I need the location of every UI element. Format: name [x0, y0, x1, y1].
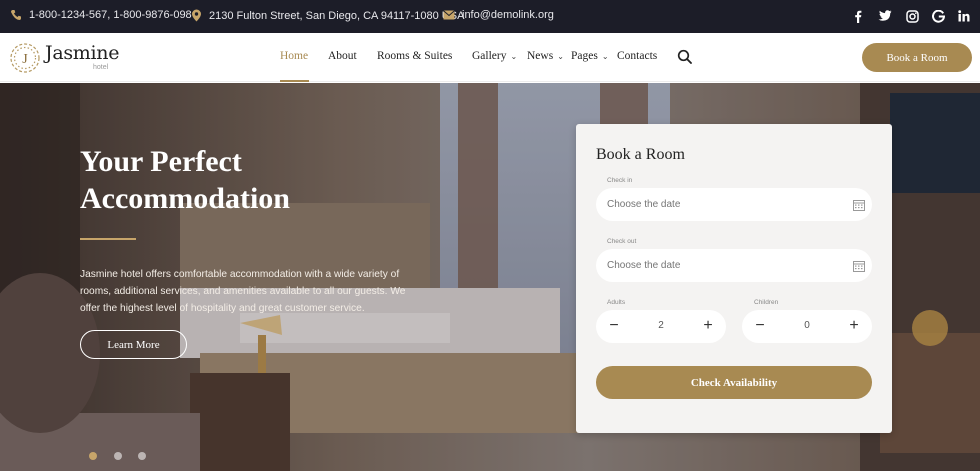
linkedin-icon[interactable]: [957, 8, 971, 24]
nav-pages-label: Pages: [571, 50, 598, 62]
chevron-down-icon: ⌄: [510, 51, 518, 61]
address-text: 2130 Fulton Street, San Diego, CA 94117-…: [209, 9, 465, 22]
map-pin-icon: [192, 9, 201, 22]
hero-description: Jasmine hotel offers comfortable accommo…: [80, 269, 406, 314]
slider-dot-1[interactable]: [89, 452, 97, 460]
nav-contacts-label: Contacts: [617, 50, 658, 62]
search-icon[interactable]: [677, 49, 693, 65]
svg-text:J: J: [22, 52, 28, 67]
slider-dot-3[interactable]: [138, 452, 146, 460]
calendar-icon[interactable]: [853, 199, 865, 211]
email-info[interactable]: info@demolink.org: [443, 9, 554, 21]
email-link[interactable]: info@demolink.org: [462, 9, 554, 21]
nav-rooms-label: Rooms & Suites: [377, 50, 453, 62]
checkout-label: Check out: [607, 238, 637, 245]
address-info: 2130 Fulton Street, San Diego, CA 94117-…: [191, 9, 464, 22]
checkin-label: Check in: [607, 177, 633, 184]
checkin-date-input[interactable]: [596, 188, 872, 221]
nav-news[interactable]: News ⌄: [527, 50, 564, 62]
hero-title: Your Perfect Accommodation: [80, 145, 290, 215]
facebook-icon[interactable]: [851, 8, 865, 24]
brand-name[interactable]: Jasmine: [45, 42, 119, 64]
booking-title: Book a Room: [596, 146, 685, 163]
jasmine-logo-icon[interactable]: J: [8, 41, 42, 75]
envelope-icon: [443, 10, 455, 20]
phone-icon: [11, 10, 21, 20]
children-label: Children: [754, 299, 779, 306]
brand-subtitle: hotel: [93, 64, 109, 71]
phone-numbers: 1-800-1234-567, 1-800-9876-098: [29, 9, 192, 21]
google-icon[interactable]: [931, 8, 945, 24]
chevron-down-icon: ⌄: [557, 51, 564, 61]
adults-label: Adults: [607, 299, 626, 306]
children-stepper[interactable]: − 0 +: [742, 310, 872, 343]
nav-contacts[interactable]: Contacts: [617, 50, 657, 62]
plus-icon[interactable]: +: [700, 317, 716, 334]
nav-about[interactable]: About: [328, 50, 357, 62]
instagram-icon[interactable]: [905, 8, 919, 24]
chevron-down-icon: ⌄: [601, 51, 609, 61]
book-room-button[interactable]: Book a Room: [862, 43, 972, 72]
twitter-icon[interactable]: [877, 8, 893, 24]
hero-slider: Your Perfect Accommodation Jasmine hotel…: [0, 83, 980, 471]
nav-news-label: News: [527, 50, 554, 62]
nav-gallery[interactable]: Gallery ⌄: [472, 50, 517, 62]
plus-icon[interactable]: +: [846, 317, 862, 334]
checkout-date-input[interactable]: [596, 249, 872, 282]
nav-home[interactable]: Home: [280, 50, 308, 62]
main-navbar: J Jasmine hotel Home About Rooms & Suite…: [0, 33, 980, 82]
top-info-bar: 1-800-1234-567, 1-800-9876-098 2130 Fult…: [0, 0, 980, 33]
nav-gallery-label: Gallery: [472, 50, 507, 62]
learn-more-button[interactable]: Learn More: [80, 330, 187, 359]
booking-form: Book a Room Check in Check out Adults − …: [576, 124, 892, 433]
nav-rooms-suites[interactable]: Rooms & Suites: [377, 50, 452, 62]
check-availability-button[interactable]: Check Availability: [596, 366, 872, 399]
nav-about-label: About: [328, 50, 357, 62]
hero-divider: [80, 238, 136, 240]
slider-dot-2[interactable]: [114, 452, 122, 460]
phone-info: 1-800-1234-567, 1-800-9876-098: [10, 9, 192, 21]
adults-stepper[interactable]: − 2 +: [596, 310, 726, 343]
nav-home-label: Home: [280, 50, 309, 62]
nav-active-indicator: [280, 80, 309, 82]
nav-pages[interactable]: Pages ⌄: [571, 50, 609, 62]
calendar-icon[interactable]: [853, 260, 865, 272]
